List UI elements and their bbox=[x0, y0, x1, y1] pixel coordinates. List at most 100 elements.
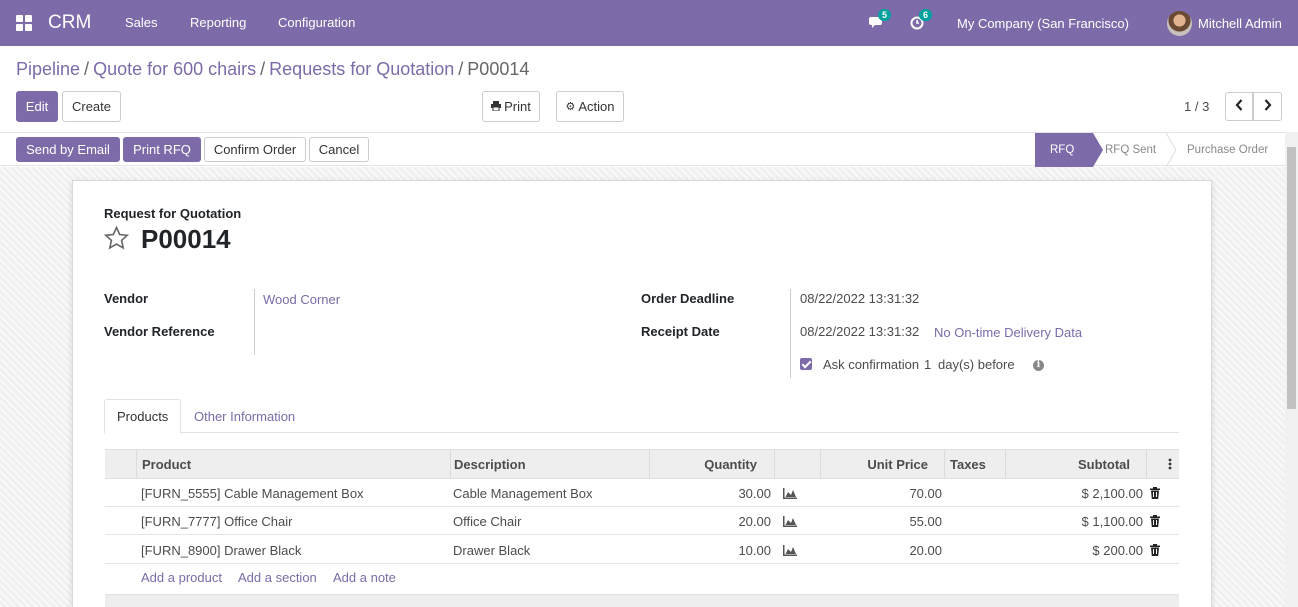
trash-icon[interactable] bbox=[1150, 479, 1160, 507]
create-button[interactable]: Create bbox=[62, 91, 121, 122]
stage-rfq-sent[interactable]: RFQ Sent bbox=[1105, 133, 1156, 167]
printer-icon bbox=[491, 99, 502, 114]
tab-products[interactable]: Products bbox=[104, 399, 182, 434]
breadcrumb-rfq[interactable]: Requests for Quotation bbox=[269, 59, 454, 79]
confirm-order-button[interactable]: Confirm Order bbox=[204, 137, 306, 162]
area-chart-icon[interactable] bbox=[783, 507, 797, 535]
pager-next-button[interactable] bbox=[1253, 92, 1282, 121]
record-name: P00014 bbox=[141, 224, 231, 254]
ask-confirmation-suffix: day(s) before bbox=[938, 357, 1015, 372]
field-divider bbox=[254, 289, 255, 355]
scrollbar-thumb[interactable] bbox=[1287, 147, 1296, 409]
vendor-reference-label: Vendor Reference bbox=[104, 324, 215, 339]
activities-badge: 6 bbox=[919, 9, 933, 21]
table-row[interactable]: [FURN_7777] Office Chair Office Chair 20… bbox=[105, 507, 1179, 535]
column-unit-price[interactable]: Unit Price bbox=[821, 450, 928, 478]
user-menu[interactable]: Mitchell Admin bbox=[1167, 0, 1282, 46]
column-divider bbox=[136, 450, 137, 478]
star-outline-icon[interactable] bbox=[103, 225, 130, 253]
print-label: Print bbox=[504, 99, 531, 114]
user-name: Mitchell Admin bbox=[1198, 15, 1282, 31]
top-navbar: CRM Sales Reporting Configuration 5 6 My… bbox=[0, 0, 1298, 46]
cell-unit-price[interactable]: 20.00 bbox=[821, 536, 942, 564]
menu-sales[interactable]: Sales bbox=[125, 15, 158, 30]
column-taxes[interactable]: Taxes bbox=[950, 450, 986, 478]
breadcrumb-quote[interactable]: Quote for 600 chairs bbox=[93, 59, 256, 79]
chat-bubble-icon: 5 bbox=[869, 9, 892, 30]
column-description[interactable]: Description bbox=[454, 450, 526, 478]
send-by-email-button[interactable]: Send by Email bbox=[16, 137, 120, 162]
cancel-button[interactable]: Cancel bbox=[309, 137, 369, 162]
vertical-dots-icon[interactable] bbox=[1168, 450, 1172, 478]
stage-rfq-arrow bbox=[1093, 133, 1103, 167]
avatar bbox=[1167, 10, 1192, 36]
column-quantity[interactable]: Quantity bbox=[650, 450, 757, 478]
cell-quantity[interactable]: 30.00 bbox=[650, 479, 771, 507]
area-chart-icon[interactable] bbox=[783, 479, 797, 507]
stage-purchase-order[interactable]: Purchase Order bbox=[1187, 133, 1268, 167]
messages-menu[interactable]: 5 bbox=[869, 0, 892, 46]
table-row[interactable]: [FURN_8900] Drawer Black Drawer Black 10… bbox=[105, 536, 1179, 564]
info-icon[interactable]: i bbox=[1033, 360, 1044, 371]
cell-quantity[interactable]: 10.00 bbox=[650, 536, 771, 564]
order-deadline-value[interactable]: 08/22/2022 13:31:32 bbox=[800, 291, 919, 306]
tab-other-information[interactable]: Other Information bbox=[182, 399, 307, 433]
cell-unit-price[interactable]: 70.00 bbox=[821, 479, 942, 507]
cell-quantity[interactable]: 20.00 bbox=[650, 507, 771, 535]
add-section-link[interactable]: Add a section bbox=[238, 570, 317, 585]
ask-confirmation-checkbox[interactable] bbox=[800, 358, 812, 370]
column-divider bbox=[450, 450, 451, 478]
trash-icon[interactable] bbox=[1150, 536, 1160, 564]
add-product-link[interactable]: Add a product bbox=[141, 570, 222, 585]
breadcrumb-current: P00014 bbox=[467, 59, 530, 79]
doc-type-label: Request for Quotation bbox=[104, 206, 242, 221]
chevron-right-icon bbox=[1264, 99, 1272, 114]
cell-subtotal: $ 1,100.00 bbox=[1081, 513, 1143, 529]
table-row[interactable]: [FURN_5555] Cable Management Box Cable M… bbox=[105, 479, 1179, 507]
cell-product[interactable]: [FURN_8900] Drawer Black bbox=[141, 536, 301, 564]
ontime-delivery-link[interactable]: No On-time Delivery Data bbox=[934, 325, 1082, 340]
pager-previous-button[interactable] bbox=[1225, 92, 1253, 121]
action-button[interactable]: ⚙ Action bbox=[556, 91, 624, 122]
column-product[interactable]: Product bbox=[142, 450, 191, 478]
activities-menu[interactable]: 6 bbox=[910, 0, 933, 46]
app-name[interactable]: CRM bbox=[48, 12, 91, 34]
stage-separator bbox=[1166, 133, 1176, 167]
table-footer bbox=[105, 594, 1179, 607]
menu-reporting[interactable]: Reporting bbox=[190, 15, 246, 30]
pager-value[interactable]: 1 / 3 bbox=[1184, 99, 1209, 114]
notebook-tabs: Products Other Information bbox=[104, 399, 1179, 434]
company-switcher[interactable]: My Company (San Francisco) bbox=[957, 0, 1129, 46]
trash-icon[interactable] bbox=[1150, 507, 1160, 535]
cell-subtotal: $ 200.00 bbox=[1092, 542, 1143, 558]
clock-icon: 6 bbox=[910, 9, 933, 30]
vendor-label: Vendor bbox=[104, 291, 149, 306]
ask-confirmation-label: Ask confirmation bbox=[823, 357, 920, 372]
area-chart-icon[interactable] bbox=[783, 536, 797, 564]
column-subtotal[interactable]: Subtotal bbox=[1006, 450, 1130, 478]
cell-product[interactable]: [FURN_5555] Cable Management Box bbox=[141, 479, 364, 507]
vendor-value[interactable]: Wood Corner bbox=[263, 292, 340, 307]
order-lines-header: Product Description Quantity Unit Price … bbox=[105, 449, 1179, 479]
ask-confirmation-days[interactable]: 1 bbox=[924, 357, 931, 372]
receipt-date-value[interactable]: 08/22/2022 13:31:32 bbox=[800, 324, 919, 339]
apps-grid-icon[interactable] bbox=[16, 15, 32, 31]
chevron-left-icon bbox=[1235, 99, 1243, 114]
field-divider bbox=[790, 289, 791, 378]
cell-description[interactable]: Cable Management Box bbox=[453, 479, 592, 507]
print-rfq-button[interactable]: Print RFQ bbox=[123, 137, 201, 162]
gear-icon: ⚙ bbox=[565, 101, 576, 113]
print-button[interactable]: Print bbox=[482, 91, 540, 122]
menu-configuration[interactable]: Configuration bbox=[278, 15, 355, 30]
column-divider bbox=[1146, 450, 1147, 478]
cell-description[interactable]: Drawer Black bbox=[453, 536, 530, 564]
breadcrumb-pipeline[interactable]: Pipeline bbox=[16, 59, 80, 79]
action-label: Action bbox=[578, 99, 615, 114]
cell-unit-price[interactable]: 55.00 bbox=[821, 507, 942, 535]
cell-subtotal: $ 2,100.00 bbox=[1081, 485, 1143, 501]
edit-button[interactable]: Edit bbox=[16, 91, 58, 122]
cell-description[interactable]: Office Chair bbox=[453, 507, 521, 535]
stage-rfq[interactable]: RFQ bbox=[1035, 133, 1093, 167]
add-note-link[interactable]: Add a note bbox=[333, 570, 396, 585]
cell-product[interactable]: [FURN_7777] Office Chair bbox=[141, 507, 293, 535]
